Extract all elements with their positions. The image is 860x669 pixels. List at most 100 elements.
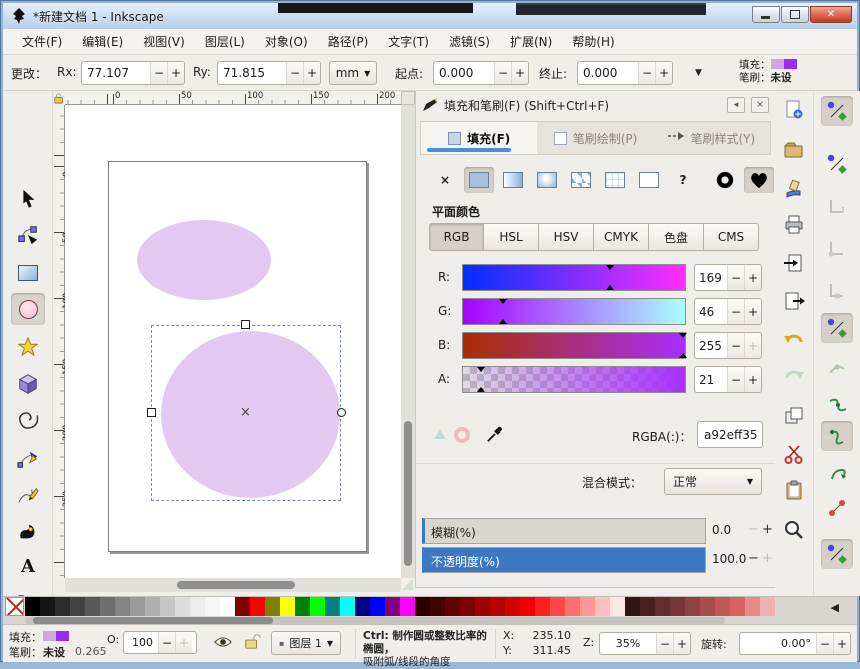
star-tool[interactable] (11, 331, 45, 363)
palette-swatch[interactable] (655, 597, 670, 616)
selector-tool[interactable] (11, 183, 45, 215)
snap-enable-button[interactable] (821, 96, 853, 126)
green-minus-button[interactable]: − (727, 299, 744, 324)
palette-swatch[interactable] (430, 597, 445, 616)
palette-swatch[interactable] (760, 597, 775, 616)
blue-value[interactable]: 255 (695, 333, 727, 358)
tab-fill[interactable]: 填充(F) (421, 122, 537, 154)
zoom-value[interactable]: 35% (600, 633, 656, 654)
rotate-ccw-button[interactable]: − (816, 633, 833, 654)
end-minus-button[interactable]: − (638, 62, 655, 84)
snap-bbox-edge-button[interactable] (821, 191, 853, 221)
paste-button[interactable] (781, 477, 807, 503)
zoom-in-button[interactable]: + (673, 633, 690, 654)
palette-swatch[interactable] (715, 597, 730, 616)
dialog-close-button[interactable]: × (751, 97, 769, 113)
menu-edit[interactable]: 编辑(E) (73, 30, 132, 53)
title-bar[interactable]: *新建文档 1 - Inkscape ✕ (3, 3, 857, 29)
calligraphy-tool[interactable] (11, 515, 45, 547)
open-document-button[interactable] (781, 137, 807, 163)
zoom-out-button[interactable]: − (656, 633, 673, 654)
ry-minus-button[interactable]: − (286, 62, 303, 84)
palette-swatch[interactable] (340, 597, 355, 616)
toolbar-overflow-button[interactable]: ▼ (695, 68, 702, 78)
new-document-button[interactable] (781, 97, 807, 123)
pencil-tool[interactable] (11, 479, 45, 511)
blur-value[interactable]: 0.0 (712, 523, 748, 537)
tab-stroke-paint[interactable]: 笔刷绘制(P) (537, 122, 653, 154)
end-plus-button[interactable]: + (655, 62, 672, 84)
menu-text[interactable]: 文字(T) (379, 30, 438, 53)
start-spinner[interactable]: 0.000 −+ (433, 61, 529, 85)
palette-swatch[interactable] (490, 597, 505, 616)
cut-button[interactable] (781, 441, 807, 467)
tab-stroke-style[interactable]: 笔刷样式(Y) (654, 122, 770, 154)
blue-spinner[interactable]: 255−+ (694, 332, 762, 359)
palette-swatch[interactable] (310, 597, 325, 616)
palette-swatch[interactable] (235, 597, 250, 616)
pen-tool[interactable] (11, 443, 45, 475)
color-tab-rgb[interactable]: RGB (429, 223, 484, 251)
object-opacity-spinner[interactable]: 100 −+ (123, 631, 197, 654)
green-value[interactable]: 46 (695, 299, 727, 324)
rx-minus-button[interactable]: − (150, 62, 167, 84)
snap-bbox-corner-button[interactable] (821, 233, 853, 263)
undo-button[interactable] (781, 327, 807, 353)
save-document-button[interactable] (781, 175, 807, 201)
menu-layer[interactable]: 图层(L) (196, 30, 254, 53)
green-spinner[interactable]: 46−+ (694, 298, 762, 325)
palette-swatch[interactable] (535, 597, 550, 616)
paint-swatch-button[interactable] (600, 167, 630, 193)
palette-swatch[interactable] (505, 597, 520, 616)
color-tab-hsl[interactable]: HSL (484, 223, 539, 251)
palette-swatch[interactable] (100, 597, 115, 616)
color-tab-wheel[interactable]: 色盘 (649, 223, 704, 251)
palette-swatch[interactable] (400, 597, 415, 616)
blur-minus-button[interactable]: − (748, 522, 759, 537)
palette-swatch[interactable] (550, 597, 565, 616)
palette-swatch[interactable] (700, 597, 715, 616)
palette-swatch[interactable] (520, 597, 535, 616)
palette-swatch[interactable] (40, 597, 55, 616)
red-slider[interactable] (462, 264, 686, 291)
paint-unknown-button[interactable] (634, 167, 664, 193)
ry-value[interactable]: 71.815 (218, 62, 286, 84)
palette-swatch[interactable] (145, 597, 160, 616)
alpha-slider[interactable] (462, 366, 686, 393)
blend-mode-dropdown[interactable]: 正常▼ (664, 468, 762, 495)
color-tab-hsv[interactable]: HSV (539, 223, 594, 251)
palette-swatch[interactable] (115, 597, 130, 616)
alpha-plus-button[interactable]: + (744, 367, 761, 392)
print-button[interactable] (781, 211, 807, 237)
snap-nodes-button[interactable] (821, 313, 853, 343)
export-button[interactable] (781, 289, 807, 315)
fill-rule-evenodd-button[interactable] (710, 167, 740, 193)
unit-dropdown[interactable]: mm▼ (329, 61, 377, 85)
redo-button[interactable] (781, 363, 807, 389)
opacity-inc-button[interactable]: + (175, 632, 192, 653)
rotate-cw-button[interactable]: + (833, 633, 850, 654)
red-value[interactable]: 169 (695, 265, 727, 290)
palette-swatch[interactable] (670, 597, 685, 616)
opacity-value[interactable]: 100.0 (712, 552, 748, 566)
opacity-slider[interactable]: 不透明度(%) (422, 547, 706, 573)
palette-swatch[interactable] (85, 597, 100, 616)
end-spinner[interactable]: 0.000 −+ (577, 61, 673, 85)
rectangle-tool[interactable] (11, 257, 45, 289)
alpha-spinner[interactable]: 21−+ (694, 366, 762, 393)
palette-swatch[interactable] (280, 597, 295, 616)
palette-scroll-left-arrow[interactable]: ◀ (831, 601, 839, 614)
current-layer-dropdown[interactable]: ▪ 图层 1 ▼ (271, 631, 341, 655)
scrollbar-corner-button[interactable] (401, 91, 415, 105)
palette-swatch[interactable] (415, 597, 430, 616)
color-wheel-icon[interactable] (432, 427, 448, 443)
selection-center-mark[interactable]: × (240, 405, 251, 420)
vertical-scrollbar-thumb[interactable] (404, 421, 412, 566)
snap-cusp-nodes-button[interactable] (821, 421, 853, 451)
opacity-minus-button[interactable]: − (748, 551, 759, 566)
snap-bbox-midpoint-button[interactable] (821, 275, 853, 305)
palette-swatch[interactable] (130, 597, 145, 616)
palette-swatch[interactable] (475, 597, 490, 616)
node-editor-tool[interactable] (11, 219, 45, 251)
selection-handle-left[interactable] (147, 408, 156, 417)
